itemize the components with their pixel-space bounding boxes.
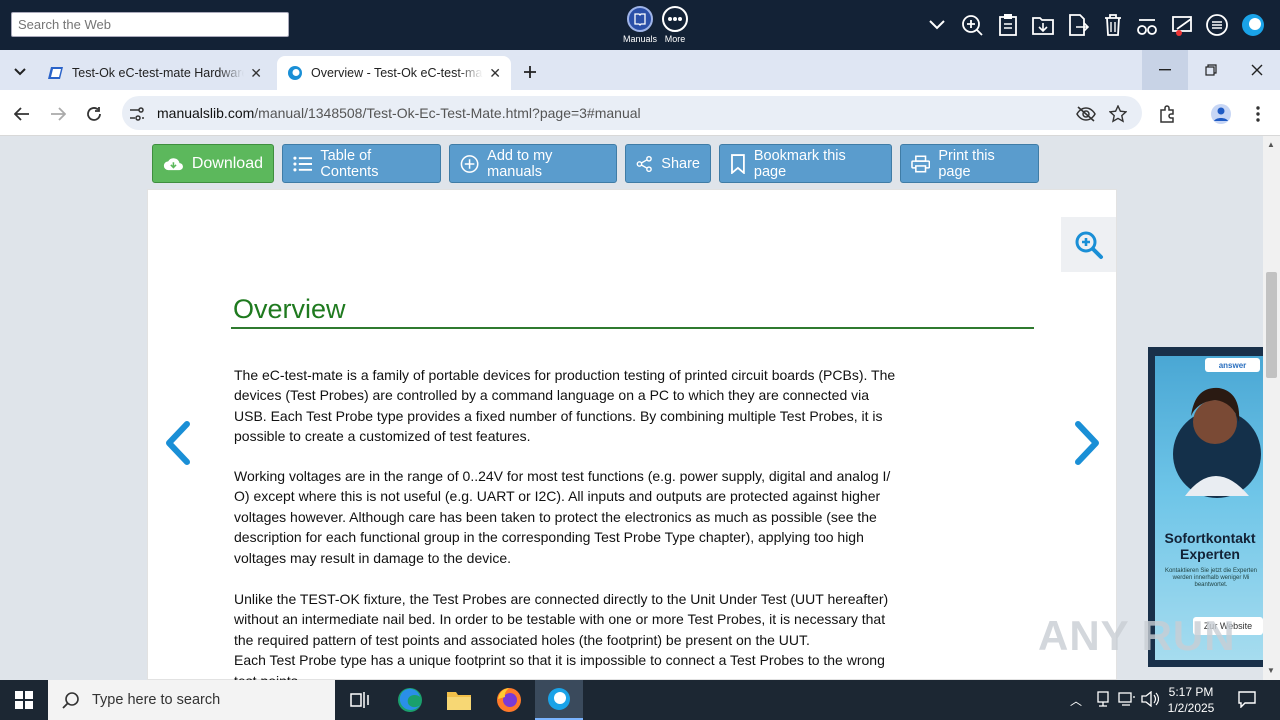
page-title: Overview xyxy=(233,294,346,324)
ethernet-icon[interactable] xyxy=(1118,691,1136,712)
scrollbar-thumb[interactable] xyxy=(1266,272,1277,378)
ad-logo: answer xyxy=(1205,358,1260,372)
reload-icon[interactable] xyxy=(81,101,107,127)
paragraph-1: The eC-test-mate is a family of portable… xyxy=(234,367,896,445)
add-to-manuals-button[interactable]: Add to my manuals xyxy=(449,144,617,183)
taskbar-search-box[interactable]: Type here to search xyxy=(48,680,335,720)
forward-icon[interactable] xyxy=(45,101,71,127)
share-icon xyxy=(636,155,652,172)
download-button[interactable]: Download xyxy=(152,144,274,183)
manuals-button[interactable]: Manuals xyxy=(620,6,660,48)
web-search-input[interactable] xyxy=(11,12,289,37)
clipboard-icon[interactable] xyxy=(995,12,1021,38)
title-divider xyxy=(231,327,1034,329)
trash-icon[interactable] xyxy=(1100,12,1126,38)
more-button[interactable]: More xyxy=(655,6,695,48)
extensions-icon[interactable] xyxy=(1155,101,1181,127)
network-tray-icon[interactable] xyxy=(1096,691,1110,712)
scroll-up-icon[interactable]: ▲ xyxy=(1267,140,1275,149)
chat-favicon-icon xyxy=(288,66,302,80)
next-page-arrow-icon[interactable] xyxy=(1072,420,1102,466)
ad-description: Kontaktieren Sie jetzt die Experten werd… xyxy=(1164,568,1258,588)
printer-icon xyxy=(911,154,931,173)
ad-headline: Sofortkontakt Experten xyxy=(1164,530,1256,562)
system-clock[interactable]: 5:17 PM 1/2/2025 xyxy=(1160,684,1222,716)
tab-overview[interactable]: Overview - Test-Ok eC-test-mate Hardware… xyxy=(277,56,511,90)
windows-start-icon[interactable] xyxy=(2,684,46,716)
profile-avatar-icon[interactable] xyxy=(1208,101,1234,127)
task-view-icon[interactable] xyxy=(338,684,382,716)
zoom-in-button[interactable] xyxy=(1061,217,1116,272)
menu-circle-icon[interactable] xyxy=(1204,12,1230,38)
paragraph-3: Unlike the TEST-OK fixture, the Test Pro… xyxy=(234,591,889,680)
zoom-in-icon[interactable] xyxy=(959,12,985,38)
book-icon xyxy=(627,6,653,32)
chevron-down-icon[interactable] xyxy=(924,12,950,38)
scrollbar[interactable] xyxy=(1263,136,1280,680)
close-tab-icon[interactable]: ✕ xyxy=(489,65,501,82)
prev-page-arrow-icon[interactable] xyxy=(163,420,193,466)
more-dots-icon xyxy=(662,6,688,32)
tab-hardware-manual[interactable]: Test-Ok eC-test-mate Hardware Manual (11… xyxy=(38,56,272,90)
back-icon[interactable] xyxy=(9,101,35,127)
new-tab-icon[interactable] xyxy=(518,60,542,84)
edge-icon[interactable] xyxy=(388,684,432,716)
tracking-eye-off-icon[interactable] xyxy=(1073,101,1099,127)
site-settings-icon[interactable] xyxy=(124,101,150,127)
paragraph-2: Working voltages are in the range of 0..… xyxy=(234,468,891,566)
minimize-icon[interactable] xyxy=(1142,50,1188,90)
volume-icon[interactable] xyxy=(1141,690,1160,712)
cloud-download-icon xyxy=(163,157,183,170)
share-file-icon[interactable] xyxy=(1065,12,1091,38)
download-folder-icon[interactable] xyxy=(1030,12,1056,38)
print-page-button[interactable]: Print this page xyxy=(900,144,1039,183)
list-icon xyxy=(293,156,313,171)
share-button[interactable]: Share xyxy=(625,144,711,183)
watermark: ANY RUN xyxy=(1038,612,1236,659)
bookmark-page-button[interactable]: Bookmark this page xyxy=(719,144,892,183)
scroll-down-icon[interactable]: ▼ xyxy=(1267,666,1275,675)
url-text[interactable]: manualslib.com/manual/1348508/Test-Ok-Ec… xyxy=(157,105,641,121)
plus-circle-icon xyxy=(460,154,479,173)
tab-list-chevron-icon[interactable] xyxy=(8,60,32,84)
messages-icon[interactable] xyxy=(1170,12,1196,38)
games-icon[interactable] xyxy=(1134,12,1160,38)
notifications-icon[interactable] xyxy=(1238,690,1256,713)
file-explorer-icon[interactable] xyxy=(437,684,481,716)
tray-chevron-up-icon[interactable]: ︿ xyxy=(1070,692,1082,709)
table-of-contents-button[interactable]: Table of Contents xyxy=(282,144,441,183)
manualslib-favicon-icon xyxy=(48,67,63,79)
chat-app-taskbar-icon[interactable] xyxy=(535,680,583,720)
bookmark-icon xyxy=(731,153,745,174)
search-icon xyxy=(62,692,79,709)
assistant-icon[interactable] xyxy=(1240,12,1266,38)
browser-menu-icon[interactable] xyxy=(1245,101,1271,127)
close-window-icon[interactable] xyxy=(1234,50,1280,90)
firefox-icon[interactable] xyxy=(487,684,531,716)
magnifier-plus-icon xyxy=(1075,231,1103,259)
star-icon[interactable] xyxy=(1105,101,1131,127)
close-tab-icon[interactable]: ✕ xyxy=(250,65,262,82)
restore-icon[interactable] xyxy=(1188,50,1234,90)
ad-person-image xyxy=(1173,387,1261,498)
